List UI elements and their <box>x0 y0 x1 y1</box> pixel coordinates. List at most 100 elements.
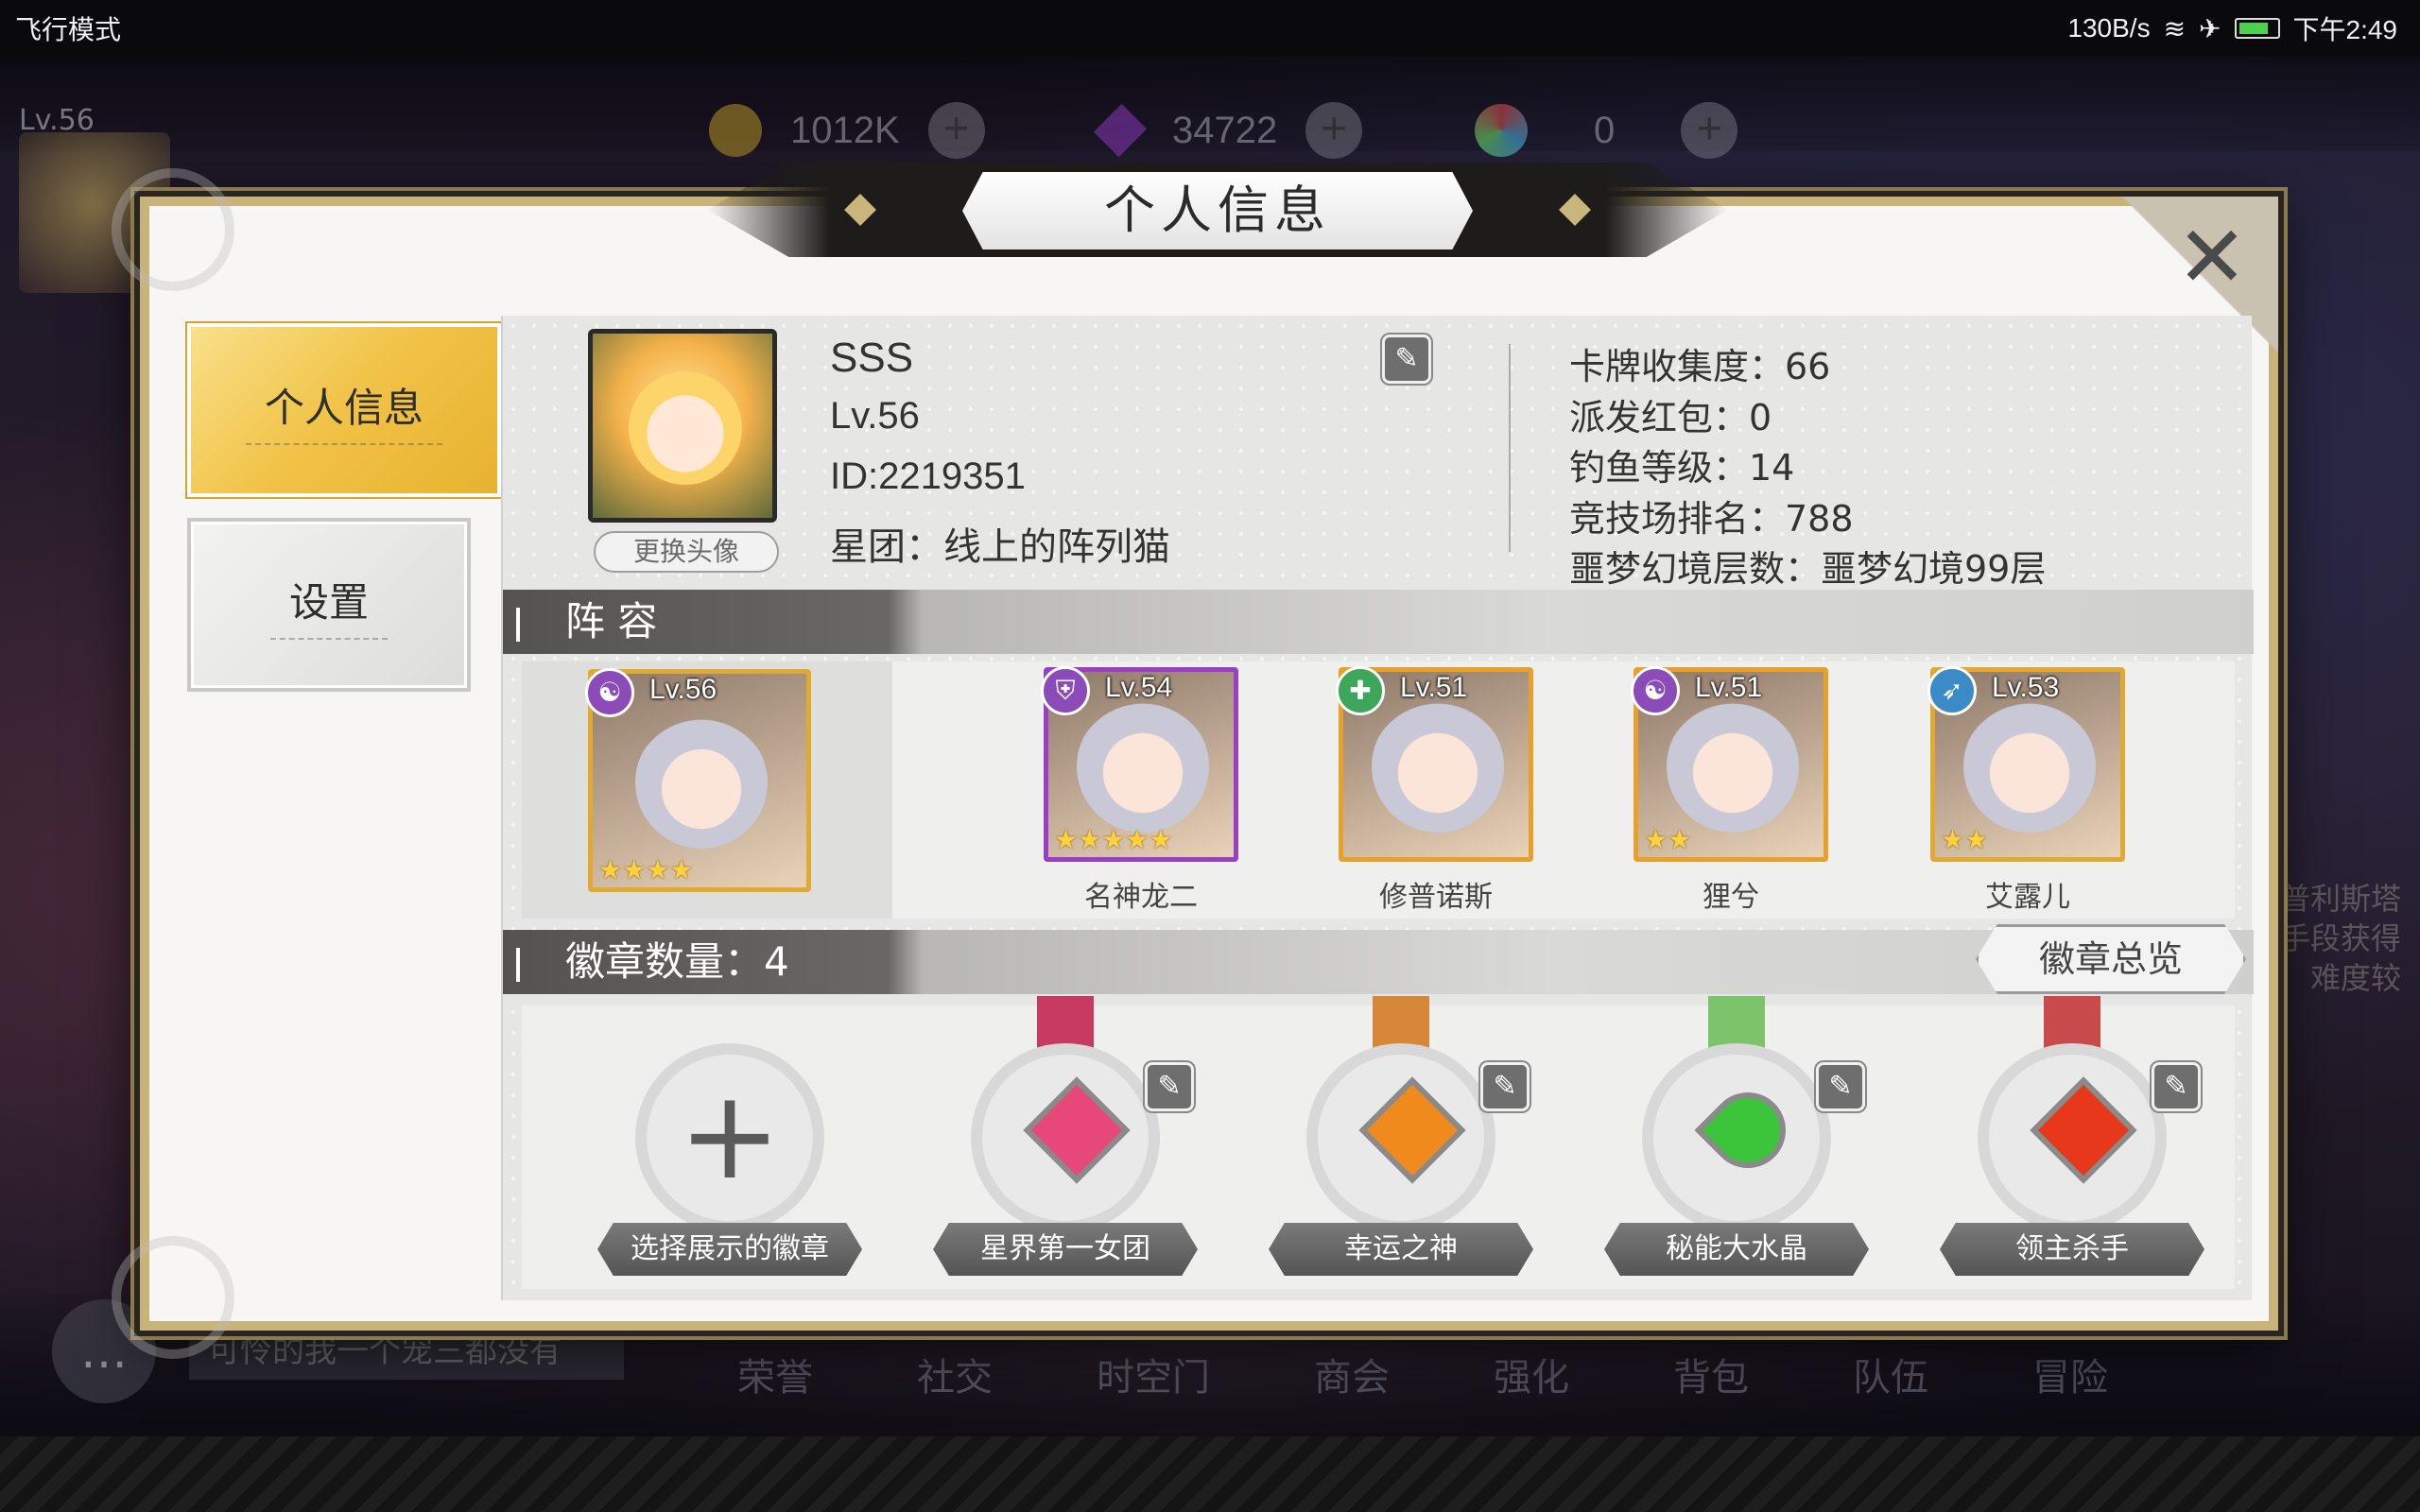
player-id: ID:2219351 <box>830 455 1026 497</box>
ghost-line: 手段获得 <box>2279 920 2401 956</box>
player-stats: 卡牌收集度：66 派发红包：0 钓鱼等级：14 竞技场排名：788 噩梦幻境层数… <box>1569 342 2046 595</box>
add-gold-button[interactable]: + <box>927 102 985 159</box>
stat-card-collection: 卡牌收集度：66 <box>1569 346 1831 387</box>
hero-stars: ★★ <box>1644 824 1692 855</box>
tab-settings-label: 设置 <box>269 571 388 640</box>
hero-level: Lv.51 <box>1695 672 1763 703</box>
badge-ring <box>1978 1043 2167 1232</box>
avatar-face <box>629 371 742 485</box>
hero-level: Lv.54 <box>1105 672 1173 703</box>
gem-amount: 34722 <box>1172 109 1278 151</box>
edit-badge-icon[interactable]: ✎ <box>1480 1062 1530 1111</box>
diamond-ornament-icon <box>844 194 876 226</box>
hero-name: 艾露儿 <box>1985 881 2070 914</box>
badge-ring <box>1306 1043 1495 1232</box>
nav-enhance[interactable]: 强化 <box>1494 1347 1569 1401</box>
stat-fishing-level: 钓鱼等级：14 <box>1569 447 1795 489</box>
spiral-icon: ☯ <box>1631 666 1680 715</box>
status-bar: 飞行模式 130B/s ≋ ✈ 下午2:49 <box>0 0 2420 57</box>
nav-portal[interactable]: 时空门 <box>1097 1347 1210 1401</box>
hero-portrait <box>1963 700 2096 833</box>
badge-label: 领主杀手 <box>1940 1223 2204 1276</box>
badge-overview-button[interactable]: 徽章总览 <box>1976 924 2246 994</box>
header-tick <box>516 607 520 642</box>
hero-card[interactable]: ➶ Lv.53 ★★ <box>1927 666 2125 862</box>
profile-panel: 更换头像 SSS ✎ Lv.56 ID:2219351 星团：线上的阵列猫 卡牌… <box>501 316 2254 1300</box>
header-tick <box>516 947 520 982</box>
bow-icon: ➶ <box>1927 666 1977 715</box>
tab-settings[interactable]: 设置 <box>187 518 471 692</box>
badge-slot-add[interactable]: + 选择展示的徽章 <box>597 1034 862 1276</box>
badge-ring <box>1642 1043 1831 1232</box>
hero-stars: ★★ <box>1941 824 1989 855</box>
background-event-text: 普利斯塔 手段获得 难度较 <box>2280 879 2401 998</box>
add-orb-button[interactable]: + <box>1681 102 1738 159</box>
player-avatar[interactable] <box>588 329 777 523</box>
hero-portrait <box>1667 700 1799 833</box>
lineup-title: 阵 容 <box>565 598 658 644</box>
tab-profile[interactable]: 个人信息 <box>187 323 518 497</box>
edit-badge-icon[interactable]: ✎ <box>1816 1062 1865 1111</box>
orange-gem-icon <box>1358 1076 1466 1184</box>
wifi-icon: ≋ <box>2163 13 2187 43</box>
lineup-area: ☯ Lv.56 ★★★★ ⛨ Lv.54 ★★★★★ 名神龙二 ✚ Lv.51 … <box>522 662 2235 919</box>
hero-card[interactable]: ✚ Lv.51 <box>1336 666 1533 862</box>
nav-honor[interactable]: 荣誉 <box>737 1347 813 1401</box>
chat-preview[interactable]: 可怜的我一个宠三都没有 <box>189 1323 624 1380</box>
airplane-mode-label: 飞行模式 <box>15 15 122 44</box>
badge-slot[interactable]: ✎ 幸运之神 <box>1269 996 1533 1276</box>
hero-name: 修普诺斯 <box>1379 881 1493 914</box>
hero-stars: ★★★★★ <box>1054 824 1173 855</box>
badge-slot[interactable]: ✎ 领主杀手 <box>1940 996 2204 1276</box>
hero-portrait <box>635 716 768 849</box>
gold-amount: 1012K <box>790 109 900 151</box>
diamond-ornament-icon <box>1559 194 1591 226</box>
lineup-header: 阵 容 <box>503 590 2254 654</box>
gem-icon <box>1093 103 1148 158</box>
clock: 下午2:49 <box>2292 15 2398 44</box>
bottom-decor-bar <box>0 1436 2420 1512</box>
edit-name-icon[interactable]: ✎ <box>1382 335 1431 384</box>
gem-resource: 34722 + <box>1093 102 1363 159</box>
hero-card-leader[interactable]: ☯ Lv.56 ★★★★ <box>585 668 811 892</box>
shield-icon: ⛨ <box>1041 666 1090 715</box>
nav-social[interactable]: 社交 <box>917 1347 993 1401</box>
hero-level: Lv.56 <box>649 674 717 705</box>
nav-team[interactable]: 队伍 <box>1853 1347 1928 1401</box>
spiral-icon: ☯ <box>585 668 634 717</box>
stat-arena-rank: 竞技场排名：788 <box>1569 497 1854 540</box>
battery-icon <box>2234 18 2280 39</box>
nav-shop[interactable]: 商会 <box>1314 1347 1390 1401</box>
badge-slot[interactable]: ✎ 秘能大水晶 <box>1604 996 1869 1276</box>
hero-name: 名神龙二 <box>1084 881 1198 914</box>
info-divider <box>1509 344 1511 552</box>
player-name: SSS <box>830 335 914 381</box>
hero-portrait <box>1077 700 1209 833</box>
badge-label: 幸运之神 <box>1269 1223 1533 1276</box>
add-gem-button[interactable]: + <box>1305 102 1363 159</box>
plus-icon: + <box>678 1063 782 1207</box>
change-avatar-button[interactable]: 更换头像 <box>594 531 779 573</box>
gold-resource: 1012K + <box>709 102 985 159</box>
hero-stars: ★★★★ <box>598 854 694 885</box>
orb-icon <box>1475 104 1528 157</box>
stat-red-packets: 派发红包：0 <box>1569 396 1772 438</box>
hero-name: 狸兮 <box>1703 881 1759 914</box>
hero-portrait <box>1372 700 1504 833</box>
ghost-line: 难度较 <box>2309 960 2401 996</box>
orb-amount: 0 <box>1594 109 1616 151</box>
nav-bag[interactable]: 背包 <box>1673 1347 1749 1401</box>
hero-card[interactable]: ⛨ Lv.54 ★★★★★ <box>1041 666 1238 862</box>
ghost-line: 普利斯塔 <box>2279 881 2401 917</box>
tab-profile-label: 个人信息 <box>245 376 442 445</box>
close-button[interactable]: ✕ <box>2174 215 2250 301</box>
nav-adventure[interactable]: 冒险 <box>2032 1347 2108 1401</box>
hero-card[interactable]: ☯ Lv.51 ★★ <box>1631 666 1828 862</box>
edit-badge-icon[interactable]: ✎ <box>2152 1062 2201 1111</box>
edit-badge-icon[interactable]: ✎ <box>1145 1062 1194 1111</box>
coin-icon <box>709 104 762 157</box>
badge-slot[interactable]: ✎ 星界第一女团 <box>933 996 1198 1276</box>
red-gem-icon <box>2030 1076 2137 1184</box>
green-crystal-icon <box>1694 1076 1802 1184</box>
badge-label: 选择展示的徽章 <box>597 1223 862 1276</box>
